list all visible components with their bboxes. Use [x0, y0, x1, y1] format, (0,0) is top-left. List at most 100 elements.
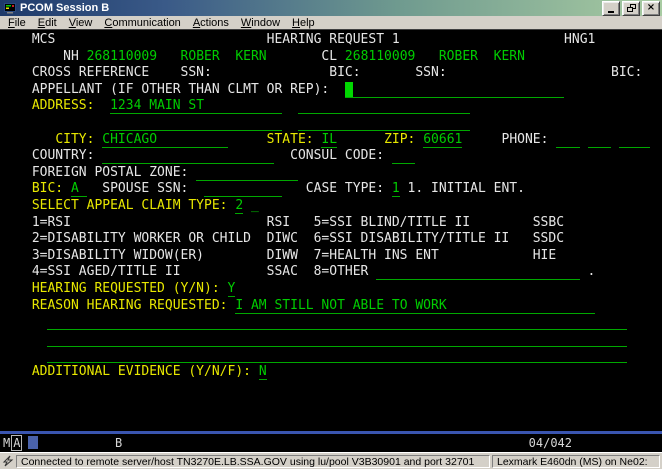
- terminal-row: NH 268110009 ROBER KERN CL 268110009 ROB…: [24, 49, 662, 66]
- screen-text: SPOUSE SSN:: [102, 181, 188, 196]
- terminal-cursor[interactable]: [345, 82, 353, 98]
- input-field[interactable]: 1: [392, 181, 400, 197]
- screen-text: APPELLANT (IF OTHER THAN CLMT OR REP):: [24, 82, 345, 97]
- input-field[interactable]: [392, 148, 415, 164]
- screen-text: COUNTRY:: [24, 148, 102, 163]
- input-field[interactable]: [588, 132, 611, 148]
- input-field[interactable]: [196, 165, 298, 181]
- minimize-button[interactable]: [602, 1, 620, 16]
- screen-text: MCS HEARING REQUEST 1 HNG1: [24, 32, 595, 47]
- screen-text: ZIP:: [384, 132, 415, 147]
- terminal-row: [24, 314, 662, 331]
- screen-text: [274, 148, 290, 163]
- input-field[interactable]: [619, 132, 650, 148]
- terminal-row: [24, 397, 662, 414]
- screen-text: [580, 132, 588, 147]
- screen-text: [462, 132, 501, 147]
- terminal-row: CITY: CHICAGO STATE: IL ZIP: 60661 PHONE…: [24, 132, 662, 149]
- terminal-row: HEARING REQUESTED (Y/N): Y: [24, 281, 662, 298]
- input-field[interactable]: I AM STILL NOT ABLE TO WORK: [235, 298, 595, 314]
- terminal-row: 2=DISABILITY WORKER OR CHILD DIWC 6=SSI …: [24, 231, 662, 248]
- menu-edit[interactable]: Edit: [32, 17, 63, 29]
- input-field[interactable]: [47, 314, 626, 330]
- menu-communication[interactable]: Communication: [98, 17, 186, 29]
- input-field[interactable]: 1234 MAIN ST: [110, 98, 282, 114]
- screen-text: [24, 132, 55, 147]
- input-field[interactable]: A: [71, 181, 87, 197]
- minimize-icon: [608, 11, 614, 13]
- input-field[interactable]: [353, 82, 564, 98]
- input-field[interactable]: [47, 347, 626, 363]
- screen-text: [282, 115, 298, 130]
- menu-view[interactable]: View: [63, 17, 99, 29]
- screen-text: NH: [24, 49, 87, 64]
- terminal-row: SELECT APPEAL CLAIM TYPE: 2 _: [24, 198, 662, 215]
- terminal-screen[interactable]: MCS HEARING REQUEST 1 HNG1 NH 268110009 …: [0, 30, 662, 431]
- screen-text: CROSS REFERENCE SSN: BIC: SSN: BIC:: [24, 65, 642, 80]
- screen-text: ADDITIONAL EVIDENCE (Y/N/F):: [24, 364, 259, 379]
- input-field[interactable]: Y: [228, 281, 236, 297]
- oia-system-indicator: MA: [3, 436, 22, 450]
- menu-actions[interactable]: Actions: [187, 17, 235, 29]
- terminal-row: 3=DISABILITY WIDOW(ER) DIWW 7=HEALTH INS…: [24, 248, 662, 265]
- screen-text: REASON HEARING REQUESTED:: [24, 298, 235, 313]
- screen-text: [282, 181, 305, 196]
- screen-text: [243, 198, 251, 213]
- close-button[interactable]: ×: [642, 1, 660, 16]
- menu-window[interactable]: Window: [235, 17, 286, 29]
- terminal-row: 4=SSI AGED/TITLE II SSAC 8=OTHER .: [24, 264, 662, 281]
- input-field[interactable]: [556, 132, 579, 148]
- screen-text: [24, 314, 47, 329]
- input-field[interactable]: CHICAGO: [102, 132, 227, 148]
- screen-text: CONSUL CODE:: [290, 148, 384, 163]
- screen-text: [24, 347, 47, 362]
- menu-file[interactable]: File: [2, 17, 32, 29]
- status-bar: Connected to remote server/host TN3270E.…: [0, 452, 662, 469]
- screen-text: 268110009 ROBER KERN: [345, 49, 525, 64]
- window-title: PCOM Session B: [20, 2, 600, 14]
- connection-status-icon: [0, 454, 16, 469]
- terminal-row: ADDRESS: 1234 MAIN ST: [24, 98, 662, 115]
- input-field[interactable]: N: [259, 364, 267, 380]
- menu-bar: FileEditViewCommunicationActionsWindowHe…: [0, 16, 662, 30]
- screen-text: ADDRESS:: [24, 98, 94, 113]
- terminal-row: COUNTRY: CONSUL CODE:: [24, 148, 662, 165]
- screen-text: BIC:: [24, 181, 63, 196]
- terminal-row: [24, 414, 662, 431]
- input-field[interactable]: [204, 181, 282, 197]
- screen-text: PHONE:: [502, 132, 549, 147]
- terminal-row: MCS HEARING REQUEST 1 HNG1: [24, 32, 662, 49]
- cursor-position-indicator: 04/042: [529, 436, 572, 450]
- input-field[interactable]: 2: [235, 198, 243, 214]
- terminal-row: APPELLANT (IF OTHER THAN CLMT OR REP):: [24, 82, 662, 99]
- screen-text: HEARING REQUESTED (Y/N):: [24, 281, 228, 296]
- screen-text: 4=SSI AGED/TITLE II SSAC 8=OTHER: [24, 264, 376, 279]
- terminal-row: [24, 380, 662, 397]
- screen-text: CASE TYPE:: [306, 181, 392, 196]
- input-field[interactable]: [110, 115, 282, 131]
- terminal-row: [24, 347, 662, 364]
- input-field[interactable]: [298, 98, 470, 114]
- screen-text: [337, 132, 384, 147]
- screen-text: FOREIGN POSTAL ZONE:: [24, 165, 196, 180]
- screen-text: [611, 132, 619, 147]
- screen-text: 2=DISABILITY WORKER OR CHILD DIWC 6=SSI …: [24, 231, 564, 246]
- restore-button[interactable]: [622, 1, 640, 16]
- menu-help[interactable]: Help: [286, 17, 321, 29]
- screen-text: [188, 181, 204, 196]
- input-field[interactable]: [376, 264, 580, 280]
- input-field[interactable]: 60661: [423, 132, 462, 148]
- screen-text: [24, 331, 47, 346]
- screen-text: [384, 148, 392, 163]
- screen-text: 1. INITIAL ENT.: [400, 181, 525, 196]
- input-field[interactable]: [47, 331, 626, 347]
- screen-text: [24, 115, 110, 130]
- input-field[interactable]: [102, 148, 274, 164]
- screen-text: CITY:: [55, 132, 94, 147]
- terminal-row: [24, 115, 662, 132]
- session-short-name: B: [115, 436, 122, 450]
- screen-text: CL: [267, 49, 345, 64]
- input-field[interactable]: [298, 115, 470, 131]
- oia-status-block: [28, 436, 38, 449]
- input-field[interactable]: IL: [321, 132, 337, 148]
